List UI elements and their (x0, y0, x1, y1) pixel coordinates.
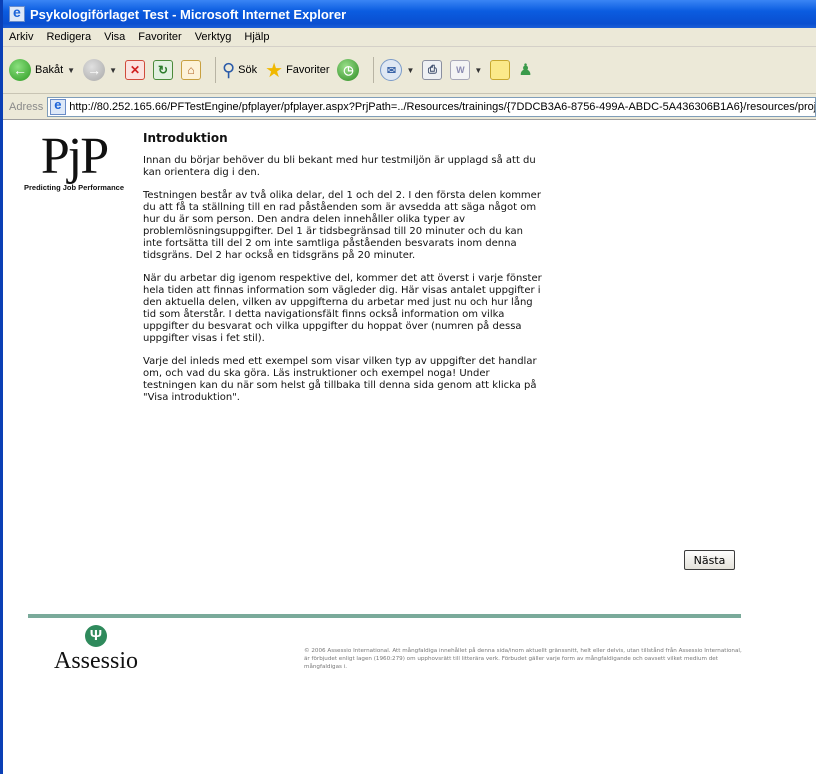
assessio-logo: Ψ Assessio (36, 625, 156, 675)
mail-icon: ✉ (380, 59, 403, 81)
logo-text: PjP (40, 128, 109, 185)
toolbar: ← Bakåt ▼ → ▼ ✕ ↻ ⌂ ⚲ Sök ★ Favoriter ◷ (3, 47, 816, 94)
menu-hjalp[interactable]: Hjälp (244, 31, 269, 43)
stop-icon: ✕ (124, 60, 145, 80)
paragraph: Varje del inleds med ett exempel som vis… (143, 356, 537, 403)
address-bar: Adress http://80.252.165.66/PFTestEngine… (3, 94, 816, 120)
home-button[interactable]: ⌂ (180, 60, 201, 80)
address-label: Adress (9, 100, 44, 113)
menu-redigera[interactable]: Redigera (46, 31, 91, 43)
page-title: Introduktion (143, 131, 228, 145)
pjp-logo: PjP Predicting Job Performance (24, 128, 125, 193)
browser-window: Psykologiförlaget Test - Microsoft Inter… (0, 0, 816, 774)
edit-button[interactable]: W ▼ (450, 60, 482, 80)
search-icon: ⚲ (221, 59, 236, 80)
printer-icon: ⎙ (422, 60, 443, 80)
refresh-button[interactable]: ↻ (152, 60, 173, 80)
history-icon: ◷ (337, 59, 360, 81)
psi-icon: Ψ (85, 625, 107, 647)
window-title: Psykologiförlaget Test - Microsoft Inter… (30, 6, 347, 22)
favorites-button[interactable]: ★ Favoriter (265, 58, 329, 83)
dropdown-arrow-icon[interactable]: ▼ (474, 66, 482, 75)
page-content: PjP Predicting Job Performance Introdukt… (6, 121, 816, 774)
copyright-text: © 2006 Assessio International. Att mångf… (304, 648, 742, 670)
dropdown-arrow-icon[interactable]: ▼ (67, 66, 75, 75)
footer-divider (28, 614, 741, 618)
menu-visa[interactable]: Visa (104, 31, 125, 43)
notes-button[interactable] (490, 60, 511, 80)
paragraph: Innan du börjar behöver du bli bekant me… (143, 155, 536, 178)
favorites-label: Favoriter (286, 64, 330, 76)
refresh-icon: ↻ (152, 60, 173, 80)
menu-arkiv[interactable]: Arkiv (9, 31, 33, 43)
search-label: Sök (238, 64, 258, 76)
page-icon (50, 98, 67, 115)
dropdown-arrow-icon[interactable]: ▼ (109, 66, 117, 75)
note-icon (490, 60, 511, 80)
toolbar-separator (214, 57, 216, 83)
stop-button[interactable]: ✕ (124, 60, 145, 80)
paragraph: Testningen består av två olika delar, de… (143, 190, 541, 261)
back-label: Bakåt (35, 64, 64, 76)
title-bar: Psykologiförlaget Test - Microsoft Inter… (3, 0, 816, 28)
search-button[interactable]: ⚲ Sök (222, 60, 257, 81)
address-url[interactable]: http://80.252.165.66/PFTestEngine/pfplay… (69, 101, 815, 113)
word-icon: W (450, 60, 471, 80)
print-button[interactable]: ⎙ (422, 60, 443, 80)
logo-tagline: Predicting Job Performance (24, 183, 125, 192)
dropdown-arrow-icon[interactable]: ▼ (406, 66, 414, 75)
ie-icon (9, 4, 25, 22)
brand-name: Assessio (53, 648, 138, 674)
back-button[interactable]: ← Bakåt ▼ (9, 59, 75, 81)
address-field[interactable]: http://80.252.165.66/PFTestEngine/pfplay… (47, 96, 816, 117)
messenger-button[interactable]: ♟ (518, 60, 532, 80)
paragraph: När du arbetar dig igenom respektive del… (143, 273, 542, 344)
menu-bar: Arkiv Redigera Visa Favoriter Verktyg Hj… (3, 28, 816, 47)
toolbar-separator (373, 57, 375, 83)
forward-button[interactable]: → ▼ (83, 59, 117, 81)
mail-button[interactable]: ✉ ▼ (380, 59, 414, 81)
star-icon: ★ (265, 59, 284, 82)
next-button[interactable]: Nästa (684, 550, 735, 570)
home-icon: ⌂ (180, 60, 201, 80)
forward-arrow-icon: → (83, 59, 106, 81)
history-button[interactable]: ◷ (337, 59, 360, 81)
intro-article: Introduktion Innan du börjar behöver du … (143, 131, 543, 415)
messenger-icon: ♟ (518, 62, 533, 79)
back-arrow-icon: ← (9, 59, 31, 81)
menu-verktyg[interactable]: Verktyg (195, 31, 232, 43)
menu-favoriter[interactable]: Favoriter (138, 31, 181, 43)
